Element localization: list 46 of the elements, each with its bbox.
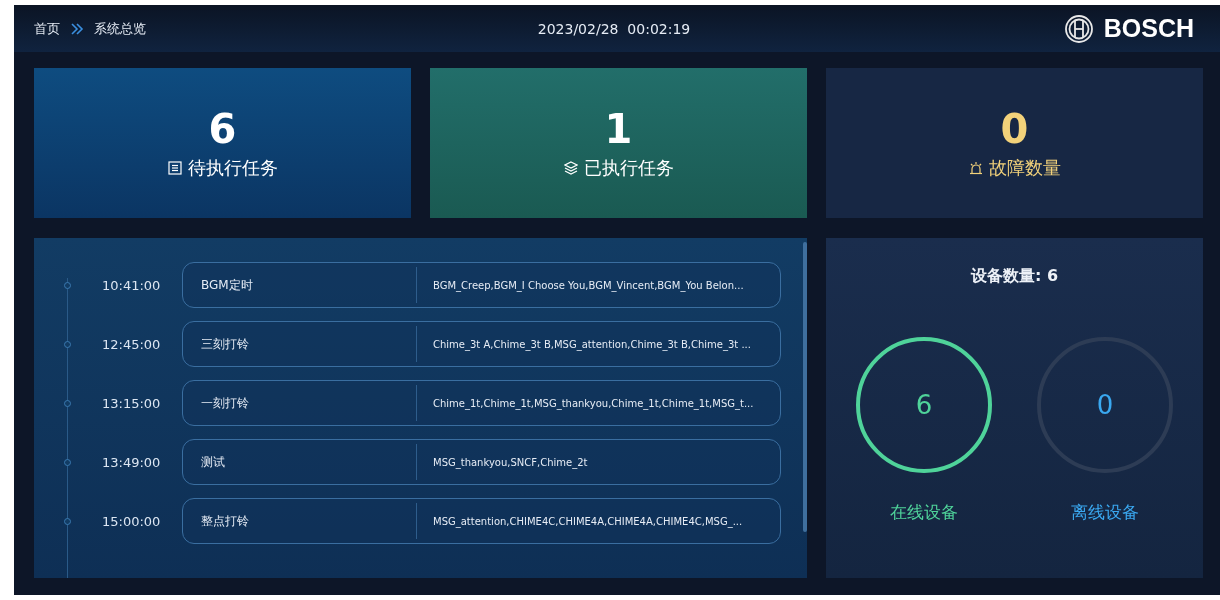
stat-value: 6 [208,106,237,152]
task-time: 12:45:00 [102,336,162,352]
stat-label: 已执行任务 [583,156,674,180]
task-name: 一刻打铃 [200,394,250,412]
task-time: 13:49:00 [102,454,162,470]
task-time: 15:00:00 [102,513,162,529]
timeline-dot [64,458,71,466]
breadcrumb-link[interactable]: 首页 [34,19,60,38]
task-time: 10:41:00 [102,277,162,293]
task-card[interactable]: 测试 MSG_thankyou,SNCF,Chime_2t [182,439,781,485]
breadcrumb-current: 系统总览 [94,19,146,38]
timeline-dot [64,340,71,348]
device-label: 在线设备 [890,501,958,524]
timeline-dot [64,517,71,525]
datetime: 2023/02/28 00:02:19 [536,20,692,37]
stat-value: 0 [1000,106,1029,152]
stat-label: 故障数量 [988,156,1061,180]
task-card[interactable]: 整点打铃 MSG_attention,CHIME4C,CHIME4A,CHIME4A,CHIME4C,MSG_... [182,498,781,544]
timeline-dot [64,281,71,289]
task-time: 13:15:00 [102,395,162,411]
device-value: 0 [1096,390,1114,420]
task-items: Chime_1t,Chime_1t,MSG_thankyou,Chime_1t,Chime_1t,MSG_t... [432,397,754,409]
task-items: MSG_attention,CHIME4C,CHIME4A,CHIME4A,CHIME4C,MSG_... [432,515,743,527]
task-name: 整点打铃 [200,512,250,530]
device-count: 设备数量: 6 [970,266,1059,287]
timeline-dot [64,399,71,407]
device-value: 6 [915,390,933,420]
layers-icon [563,161,578,175]
task-name: 测试 [200,453,226,471]
task-card[interactable]: BGM定时 BGM_Creep,BGM_I Choose You,BGM_Vincent,BGM_You Belon... [182,262,781,308]
list-icon [167,161,182,175]
task-card[interactable]: 三刻打铃 Chime_3t A,Chime_3t B,MSG_attention,Chime_3t B,Chime_3t ... [182,321,781,367]
task-name: 三刻打铃 [200,335,250,353]
task-name: BGM定时 [200,276,254,294]
chevron-icon [70,22,84,35]
task-items: BGM_Creep,BGM_I Choose You,BGM_Vincent,BGM_You Belon... [432,279,744,291]
brand-name: BOSCH [1103,14,1194,43]
task-card[interactable]: 一刻打铃 Chime_1t,Chime_1t,MSG_thankyou,Chime_1t,Chime_1t,MSG_t... [182,380,781,426]
stat-value: 1 [604,106,633,152]
device-label: 离线设备 [1071,501,1139,524]
task-items: Chime_3t A,Chime_3t B,MSG_attention,Chime_3t B,Chime_3t ... [432,338,751,350]
scrollbar[interactable] [803,242,807,532]
stat-label: 待执行任务 [187,156,278,180]
task-items: MSG_thankyou,SNCF,Chime_2t [432,456,588,468]
alarm-icon [968,161,983,175]
logo-icon [1063,13,1094,44]
